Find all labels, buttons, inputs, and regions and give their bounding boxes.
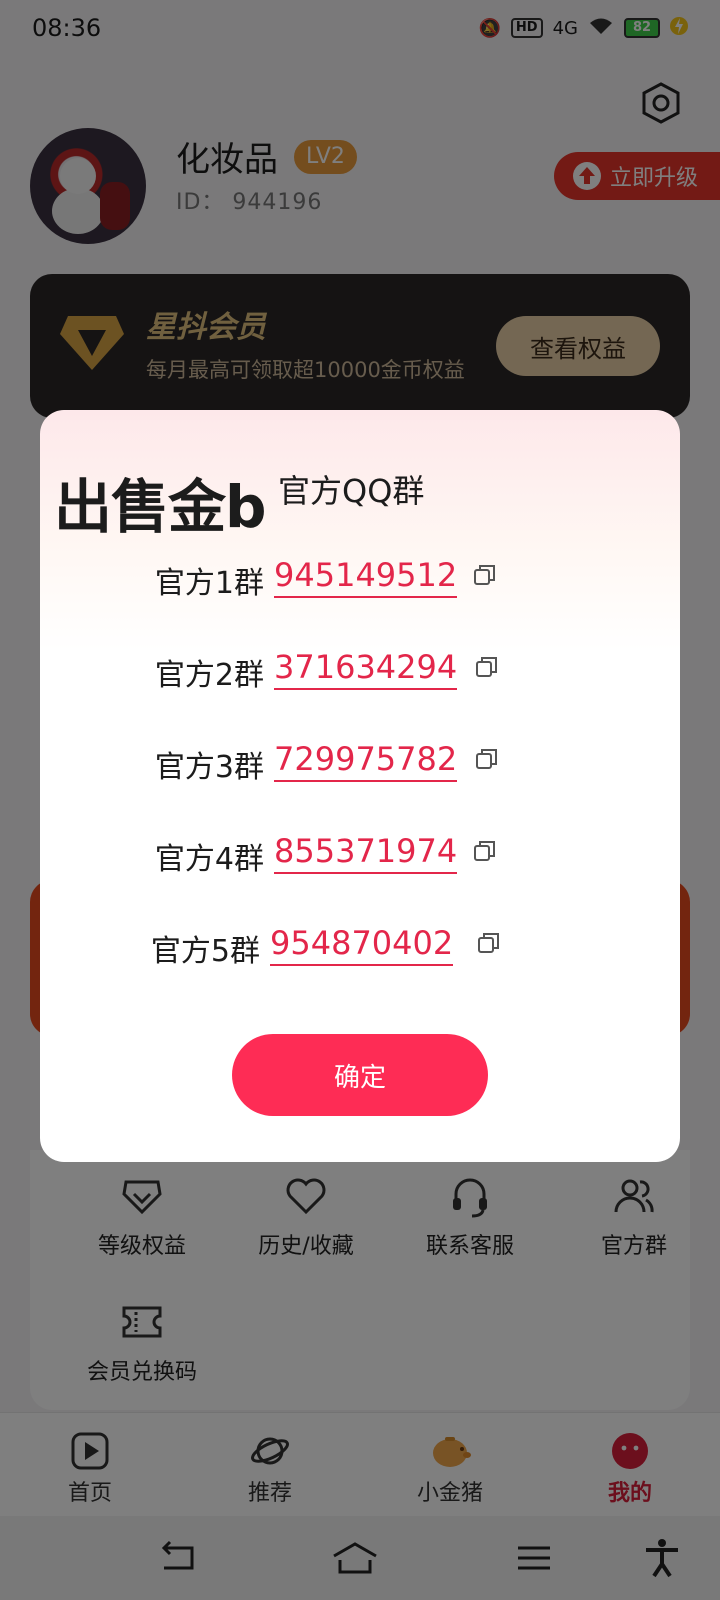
copy-icon[interactable] — [472, 562, 498, 588]
group-number[interactable]: 954870402 — [270, 924, 454, 966]
copy-icon[interactable] — [472, 838, 498, 864]
group-label: 官方5群 — [150, 934, 260, 969]
confirm-button[interactable]: 确定 — [232, 1034, 488, 1116]
group-number[interactable]: 855371974 — [274, 832, 458, 874]
group-row-5: 官方5群 954870402 — [40, 918, 680, 969]
copy-icon[interactable] — [474, 654, 500, 680]
group-number[interactable]: 729975782 — [274, 740, 458, 782]
dialog-title: 官方QQ群 — [278, 472, 425, 510]
copy-icon[interactable] — [476, 930, 502, 956]
group-number[interactable]: 371634294 — [274, 648, 458, 690]
group-label: 官方4群 — [154, 842, 264, 877]
group-row-4: 官方4群 855371974 — [40, 826, 680, 877]
group-number[interactable]: 945149512 — [274, 556, 458, 598]
copy-icon[interactable] — [474, 746, 500, 772]
group-label: 官方3群 — [154, 750, 264, 785]
group-row-2: 官方2群 371634294 — [40, 642, 680, 693]
qq-group-dialog: 出售金b 官方QQ群 官方1群 945149512 官方2群 371634294… — [40, 410, 680, 1162]
group-row-1: 官方1群 945149512 — [40, 550, 680, 601]
dialog-brand: 出售金b — [54, 473, 267, 541]
group-label: 官方2群 — [154, 658, 264, 693]
group-row-3: 官方3群 729975782 — [40, 734, 680, 785]
group-label: 官方1群 — [154, 566, 264, 601]
